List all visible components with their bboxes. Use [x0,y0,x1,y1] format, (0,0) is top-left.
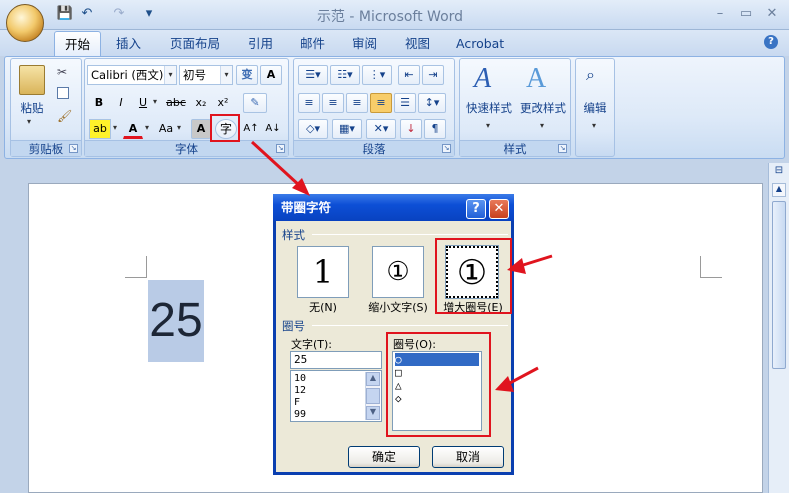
office-button[interactable] [6,4,44,42]
arrow-to-enlarge-style [507,254,553,274]
annotation-arrows [250,140,553,392]
arrow-to-dialog-title [250,140,310,196]
arrow-to-enclosure-list [495,366,539,392]
